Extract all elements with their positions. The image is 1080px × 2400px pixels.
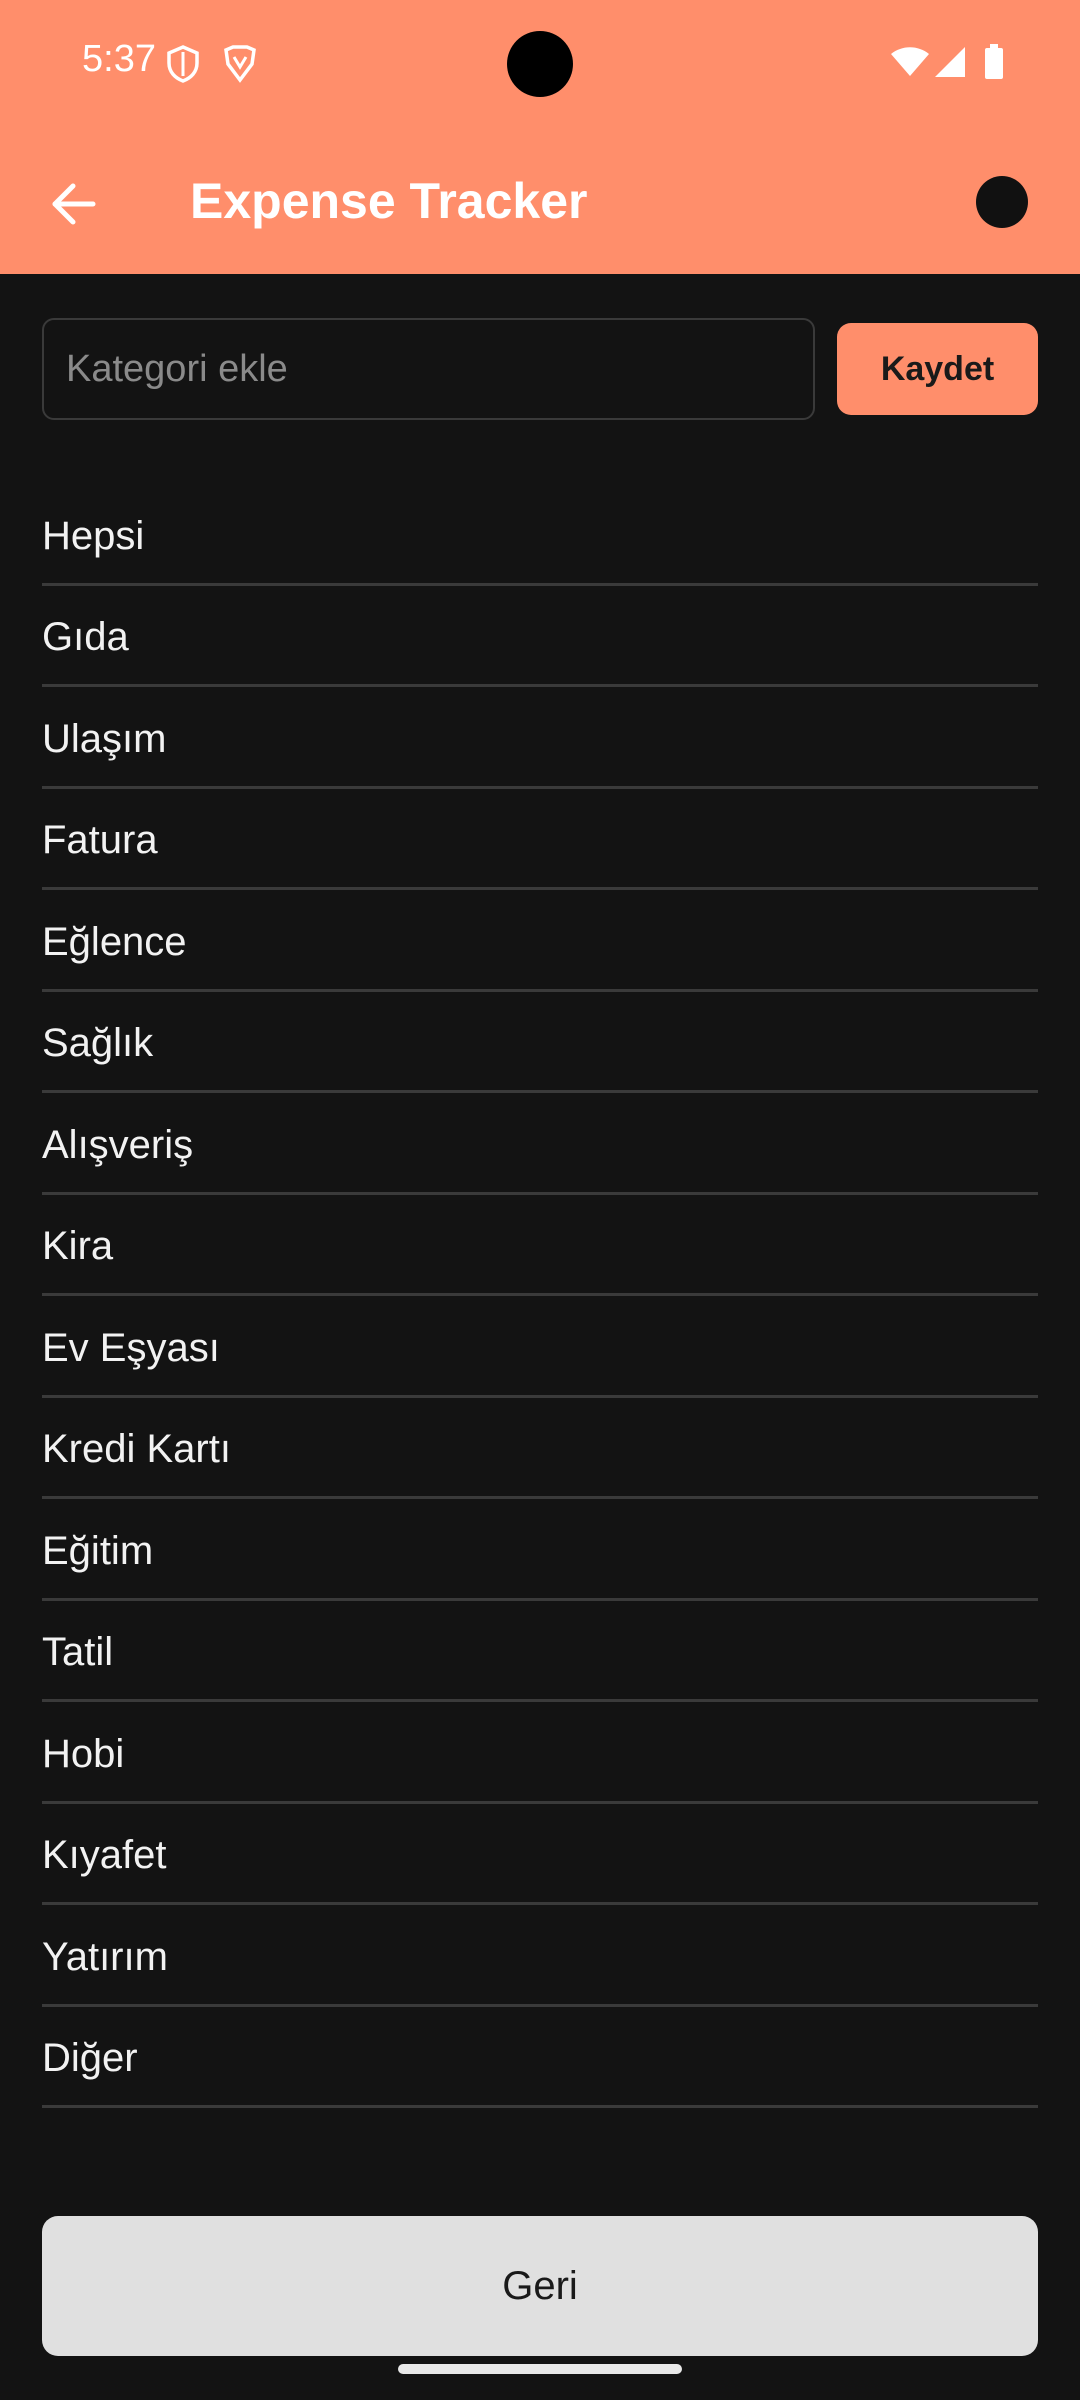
category-item-hobi[interactable]: Hobi	[42, 1702, 1038, 1804]
status-bar: 5:37	[0, 0, 1080, 128]
category-item-kira[interactable]: Kira	[42, 1195, 1038, 1296]
category-item-kiyafet[interactable]: Kıyafet	[42, 1804, 1038, 1905]
category-item-fatura[interactable]: Fatura	[42, 789, 1038, 890]
category-item-tatil[interactable]: Tatil	[42, 1601, 1038, 1702]
category-item-egitim[interactable]: Eğitim	[42, 1499, 1038, 1601]
category-input[interactable]	[42, 318, 815, 420]
camera-cutout	[507, 31, 573, 97]
brave-lion-icon	[222, 44, 258, 89]
back-button[interactable]	[30, 163, 116, 249]
theme-toggle[interactable]	[976, 176, 1028, 228]
arrow-back-icon	[49, 182, 97, 231]
category-item-hepsi[interactable]: Hepsi	[42, 484, 1038, 586]
gesture-navigation-bar[interactable]	[398, 2364, 682, 2374]
category-item-kredi-karti[interactable]: Kredi Kartı	[42, 1398, 1038, 1499]
cellular-signal-icon	[934, 46, 966, 83]
battery-icon	[984, 44, 1004, 85]
wifi-icon	[890, 46, 930, 83]
category-item-ev-esyasi[interactable]: Ev Eşyası	[42, 1296, 1038, 1398]
page-title: Expense Tracker	[190, 173, 588, 229]
save-button[interactable]: Kaydet	[837, 323, 1038, 415]
category-item-yatirim[interactable]: Yatırım	[42, 1905, 1038, 2007]
category-item-diger[interactable]: Diğer	[42, 2007, 1038, 2108]
app-bar: Expense Tracker	[0, 128, 1080, 274]
category-item-ulasim[interactable]: Ulaşım	[42, 687, 1038, 789]
status-time: 5:37	[82, 38, 156, 80]
category-list: Hepsi Gıda Ulaşım Fatura Eğlence Sağlık …	[42, 484, 1038, 2108]
category-item-gida[interactable]: Gıda	[42, 586, 1038, 687]
category-item-alisveris[interactable]: Alışveriş	[42, 1093, 1038, 1195]
category-item-eglence[interactable]: Eğlence	[42, 890, 1038, 992]
category-item-saglik[interactable]: Sağlık	[42, 992, 1038, 1093]
add-category-form: Kaydet	[42, 318, 1038, 420]
shield-icon	[166, 44, 200, 89]
geri-button[interactable]: Geri	[42, 2216, 1038, 2356]
